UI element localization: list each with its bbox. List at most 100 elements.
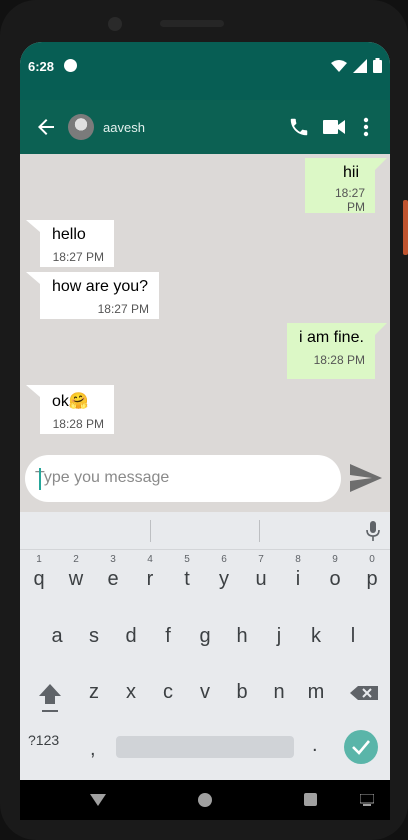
key-label: a	[51, 625, 63, 647]
key-k[interactable]: k	[299, 613, 333, 659]
key-label: j	[276, 625, 282, 647]
send-icon[interactable]	[348, 461, 384, 495]
key-label: d	[125, 625, 137, 647]
key-z[interactable]: z	[77, 669, 111, 715]
message-time: 18:28 PM	[52, 417, 104, 431]
message-time: 18:27 PM	[334, 186, 365, 214]
message-time: 18:27 PM	[97, 302, 149, 316]
key-g[interactable]: g	[188, 613, 222, 659]
key-label: x	[126, 681, 136, 703]
key-t[interactable]: 5t	[170, 554, 204, 602]
message-text: how are you?	[52, 278, 149, 295]
key-l[interactable]: l	[336, 613, 370, 659]
key-number-hint: 3	[110, 554, 116, 565]
phone-call-icon[interactable]	[288, 116, 310, 138]
key-i[interactable]: 8i	[281, 554, 315, 602]
key-h[interactable]: h	[225, 613, 259, 659]
key-s[interactable]: s	[77, 613, 111, 659]
screen: 6:28 aavesh hii 18:27 PM hello 18:27 PM …	[20, 42, 390, 820]
status-time: 6:28	[28, 59, 55, 74]
text-cursor	[39, 468, 41, 490]
nav-home-icon[interactable]	[198, 793, 212, 807]
key-c[interactable]: c	[151, 669, 185, 715]
key-number-hint: 1	[36, 554, 42, 565]
key-number-hint: 9	[332, 554, 338, 565]
system-navigation-bar	[20, 780, 390, 820]
key-label: g	[199, 625, 211, 647]
nav-recent-apps-icon[interactable]	[304, 793, 317, 806]
keyboard-switcher-icon[interactable]	[360, 794, 374, 806]
key-number-hint: 6	[221, 554, 227, 565]
key-j[interactable]: j	[262, 613, 296, 659]
avatar[interactable]	[68, 114, 94, 140]
period-key[interactable]: .	[312, 734, 318, 757]
key-n[interactable]: n	[262, 669, 296, 715]
message-bubble-outgoing: hii 18:27 PM	[305, 158, 387, 214]
wifi-icon	[331, 59, 347, 72]
nav-back-icon[interactable]	[90, 794, 106, 806]
microphone-icon[interactable]	[366, 521, 380, 541]
key-label: h	[236, 625, 248, 647]
bubble-tail	[373, 323, 387, 337]
key-number-hint: 0	[369, 554, 375, 565]
contact-name[interactable]: aavesh	[103, 120, 145, 135]
key-q[interactable]: 1q	[22, 554, 56, 602]
key-e[interactable]: 3e	[96, 554, 130, 602]
message-input[interactable]	[35, 461, 325, 495]
enter-key[interactable]	[344, 730, 378, 764]
message-text: i am fine.	[299, 329, 364, 346]
message-text: hii	[342, 164, 359, 181]
key-x[interactable]: x	[114, 669, 148, 715]
key-number-hint: 7	[258, 554, 264, 565]
key-w[interactable]: 2w	[59, 554, 93, 602]
key-label: m	[307, 681, 325, 703]
key-m[interactable]: m	[299, 669, 333, 715]
battery-icon	[373, 58, 382, 73]
message-bubble-incoming: ok🤗 18:28 PM	[26, 385, 114, 434]
backspace-key-icon[interactable]	[344, 672, 384, 718]
shift-key-icon[interactable]	[30, 672, 70, 718]
key-f[interactable]: f	[151, 613, 185, 659]
key-p[interactable]: 0p	[355, 554, 389, 602]
key-o[interactable]: 9o	[318, 554, 352, 602]
bubble-tail	[26, 220, 40, 232]
soft-keyboard: 1q2w3e4r5t6y7u8i9o0p a s d f g h j k l z x c v b nm ?…	[20, 512, 390, 780]
message-text: hello	[52, 226, 86, 243]
message-time: 18:27 PM	[52, 250, 104, 264]
key-label: f	[165, 625, 171, 647]
chat-header: aavesh	[20, 100, 390, 154]
status-bar: 6:28	[20, 42, 390, 100]
message-bubble-incoming: how are you? 18:27 PM	[26, 272, 159, 319]
key-label: z	[89, 681, 99, 703]
cellular-signal-icon	[353, 58, 367, 73]
message-time: 18:28 PM	[313, 353, 365, 367]
key-r[interactable]: 4r	[133, 554, 167, 602]
key-b[interactable]: b	[225, 669, 259, 715]
space-bar[interactable]	[116, 736, 294, 758]
key-number-hint: 4	[147, 554, 153, 565]
front-camera	[108, 17, 122, 31]
more-options-icon[interactable]	[362, 115, 370, 139]
key-u[interactable]: 7u	[244, 554, 278, 602]
key-label: l	[350, 625, 356, 647]
symbols-key[interactable]: ?123	[28, 732, 59, 748]
message-bubble-outgoing: i am fine. 18:28 PM	[287, 323, 387, 379]
key-y[interactable]: 6y	[207, 554, 241, 602]
message-text: ok🤗	[52, 393, 89, 410]
bubble-tail	[26, 272, 40, 284]
key-d[interactable]: d	[114, 613, 148, 659]
back-arrow-icon[interactable]	[34, 115, 58, 139]
message-input-container[interactable]	[25, 455, 341, 502]
key-label: v	[200, 681, 210, 703]
message-list[interactable]: hii 18:27 PM hello 18:27 PM how are you?…	[20, 154, 390, 444]
key-label: b	[236, 681, 248, 703]
checkmark-icon	[352, 740, 370, 755]
status-icons	[331, 58, 382, 73]
key-a[interactable]: a	[40, 613, 74, 659]
key-label: c	[163, 681, 173, 703]
comma-key[interactable]: ,	[90, 738, 96, 761]
video-call-icon[interactable]	[322, 116, 346, 138]
suggestion-strip	[20, 512, 390, 550]
key-label: s	[89, 625, 99, 647]
key-v[interactable]: v	[188, 669, 222, 715]
